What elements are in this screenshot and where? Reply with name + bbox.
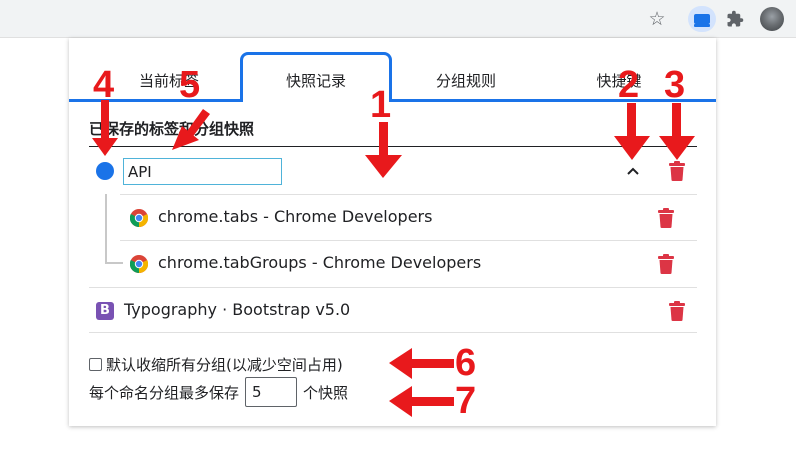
delete-group-trash-icon[interactable] xyxy=(669,161,685,181)
chrome-icon xyxy=(129,209,149,228)
extensions-puzzle-icon[interactable] xyxy=(724,8,746,30)
annotation-label-7: 7 xyxy=(455,380,477,422)
chrome-icon xyxy=(129,255,149,274)
delete-tab-trash-icon[interactable] xyxy=(658,208,674,228)
group-name-input[interactable] xyxy=(123,158,282,185)
annotation-label-6: 6 xyxy=(455,342,477,384)
collapse-label[interactable]: 默认收缩所有分组(以减少空间占用) xyxy=(106,354,343,375)
divider xyxy=(89,146,697,147)
annotation-label-3: 3 xyxy=(664,64,686,106)
list-item[interactable]: chrome.tabGroups - Chrome Developers xyxy=(120,240,697,286)
bookmark-star-icon[interactable]: ☆ xyxy=(646,8,668,30)
tree-line xyxy=(105,194,107,264)
bootstrap-icon: B xyxy=(96,302,114,320)
keep-suffix: 个快照 xyxy=(303,383,349,402)
collapse-option: 默认收缩所有分组(以减少空间占用) xyxy=(89,354,343,375)
tab-snapshot-extension-icon[interactable] xyxy=(688,6,716,32)
tab-current-tabs[interactable]: 当前标签 xyxy=(109,68,229,96)
profile-avatar[interactable] xyxy=(760,7,784,31)
tab-group-rules[interactable]: 分组规则 xyxy=(414,68,518,96)
tab-snapshot-history[interactable]: 快照记录 xyxy=(241,68,391,96)
keep-snapshots-option: 每个命名分组最多保存 个快照 xyxy=(89,377,348,407)
tab-title[interactable]: chrome.tabs - Chrome Developers xyxy=(158,207,432,226)
address-bar[interactable] xyxy=(0,5,680,33)
tab-title[interactable]: chrome.tabGroups - Chrome Developers xyxy=(158,253,481,272)
annotation-label-1: 1 xyxy=(370,84,392,126)
max-snapshots-input[interactable] xyxy=(245,377,298,407)
delete-tab-trash-icon[interactable] xyxy=(658,254,674,274)
list-item[interactable]: B Typography · Bootstrap v5.0 xyxy=(89,287,697,333)
section-title: 已保存的标签和分组快照 xyxy=(89,120,255,138)
annotation-label-5: 5 xyxy=(179,64,201,106)
group-color-dot[interactable] xyxy=(96,162,114,180)
annotation-label-2: 2 xyxy=(618,64,640,106)
chevron-up-icon[interactable] xyxy=(623,160,643,182)
delete-tab-trash-icon[interactable] xyxy=(669,301,685,321)
browser-toolbar: ☆ xyxy=(0,0,796,38)
collapse-checkbox[interactable] xyxy=(89,358,102,371)
tab-title[interactable]: Typography · Bootstrap v5.0 xyxy=(124,300,350,319)
group-row xyxy=(89,148,697,194)
list-item[interactable]: chrome.tabs - Chrome Developers xyxy=(120,194,697,240)
annotation-label-4: 4 xyxy=(93,64,115,106)
keep-prefix: 每个命名分组最多保存 xyxy=(89,383,240,402)
